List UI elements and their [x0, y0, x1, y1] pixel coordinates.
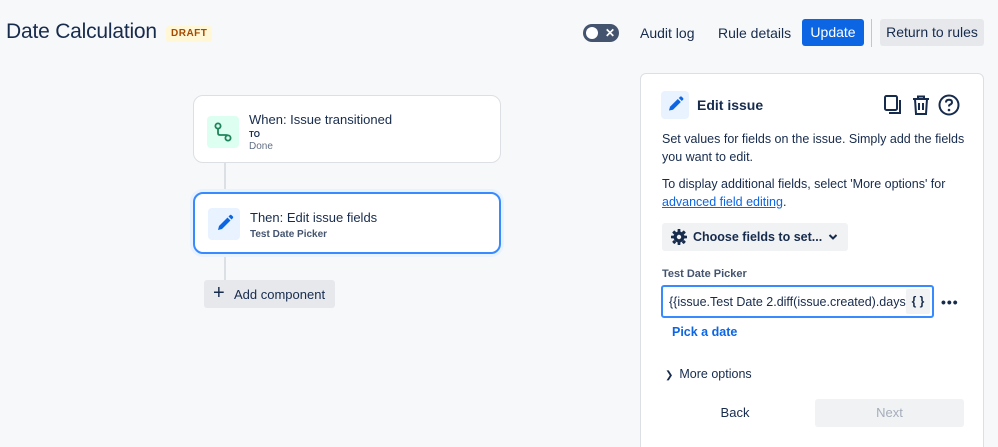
draft-badge: DRAFT [166, 26, 213, 42]
action-subtitle: Test Date Picker [250, 229, 328, 240]
add-component-label: Add component [234, 287, 326, 302]
trash-icon[interactable] [909, 93, 933, 117]
help-icon[interactable] [937, 93, 961, 117]
more-info-suffix: . [782, 195, 787, 209]
back-button[interactable]: Back [685, 399, 785, 427]
choose-fields-dropdown[interactable]: Choose fields to set... [662, 223, 848, 251]
pick-a-date-link[interactable]: Pick a date [672, 325, 737, 339]
panel-title: Edit issue [697, 97, 764, 113]
panel-description: Set values for fields on the issue. Simp… [662, 132, 965, 164]
header-divider [871, 19, 872, 47]
edit-issue-panel: Edit issue Set values for fields on the … [640, 73, 984, 447]
branch-icon [207, 116, 239, 148]
trigger-to-value: Done [249, 141, 273, 152]
more-options-toggle[interactable]: ❯ More options [665, 367, 752, 381]
plus-icon: + [213, 282, 225, 304]
return-to-rules-button[interactable]: Return to rules [880, 19, 984, 46]
smart-value-button[interactable]: { } [906, 289, 930, 314]
advanced-field-editing-link[interactable]: advanced field editing [662, 195, 783, 209]
more-actions-icon[interactable]: ••• [941, 294, 959, 310]
action-title: Then: Edit issue fields [250, 210, 378, 225]
panel-more-info: To display additional fields, select 'Mo… [662, 175, 967, 211]
duplicate-icon[interactable] [881, 93, 905, 117]
field-value: {{issue.Test Date 2.diff(issue.created).… [669, 295, 915, 309]
audit-log-button[interactable]: Audit log [640, 25, 694, 41]
gear-icon [670, 228, 688, 249]
pencil-icon [208, 208, 240, 240]
toggle-knob [586, 27, 598, 39]
trigger-title: When: Issue transitioned [249, 112, 393, 127]
chevron-down-icon [827, 231, 839, 246]
test-date-picker-input[interactable]: {{issue.Test Date 2.diff(issue.created).… [661, 285, 934, 318]
action-card[interactable]: Then: Edit issue fields Test Date Picker [193, 192, 501, 254]
choose-fields-label: Choose fields to set... [693, 230, 823, 244]
field-label: Test Date Picker [662, 268, 747, 280]
page-title: Date Calculation [6, 20, 157, 43]
more-info-text: To display additional fields, select 'Mo… [662, 177, 946, 191]
more-options-label: More options [679, 367, 752, 381]
pencil-icon [661, 91, 689, 119]
trigger-to-label: TO [249, 130, 260, 139]
chevron-right-icon: ❯ [665, 370, 674, 381]
rule-details-button[interactable]: Rule details [718, 25, 791, 41]
rule-enabled-toggle[interactable]: ✕ [583, 24, 619, 42]
add-component-button[interactable]: + Add component [204, 280, 335, 308]
close-icon: ✕ [604, 26, 615, 40]
flow-connector [224, 254, 226, 280]
flow-connector [224, 163, 226, 193]
next-button[interactable]: Next [815, 399, 964, 427]
update-button[interactable]: Update [802, 19, 864, 46]
trigger-card[interactable]: When: Issue transitioned TO Done [193, 95, 501, 163]
